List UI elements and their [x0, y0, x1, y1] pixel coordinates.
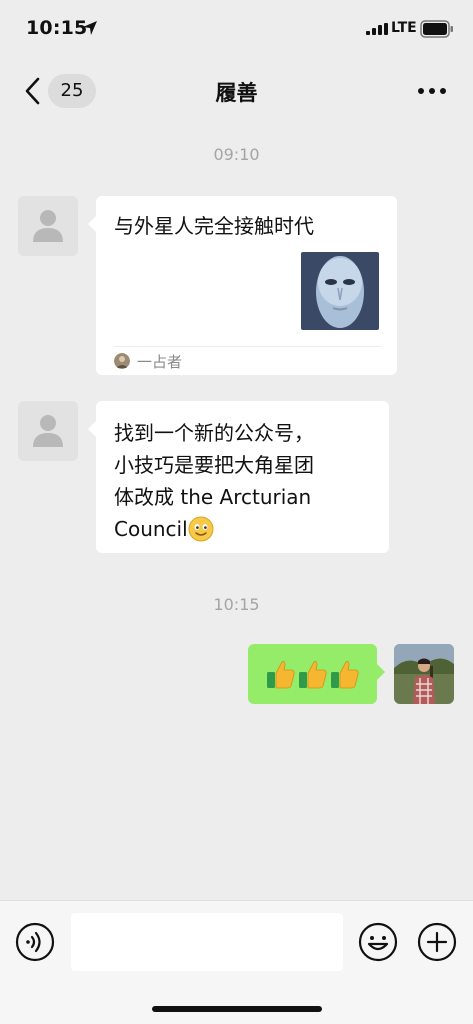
message-text: 找到一个新的公众号， 小技巧是要把大角星团 体改成 the Arcturian … [114, 417, 374, 545]
article-source: 一占者 [137, 353, 183, 371]
message-line: 找到一个新的公众号， [114, 421, 314, 445]
person-placeholder-icon [33, 210, 63, 242]
alien-face-image [301, 252, 379, 330]
signal-icon [366, 23, 388, 35]
contact-avatar[interactable] [18, 196, 78, 256]
my-avatar[interactable] [394, 644, 454, 704]
input-bar [0, 900, 473, 1024]
thumbs-up-emoji [267, 661, 295, 689]
text-message-bubble[interactable]: 找到一个新的公众号， 小技巧是要把大角星团 体改成 the Arcturian … [88, 401, 389, 553]
status-time: 10:15 [26, 17, 88, 39]
voice-icon[interactable] [15, 922, 55, 962]
message-line: 小技巧是要把大角星团 [114, 453, 314, 477]
account-avatar-icon [114, 353, 130, 369]
card-divider [114, 346, 381, 347]
person-placeholder-icon [33, 415, 63, 447]
contact-avatar[interactable] [18, 401, 78, 461]
ellipsis-icon[interactable] [412, 78, 452, 104]
home-indicator[interactable] [152, 1006, 322, 1012]
message-line: 体改成 the Arcturian [114, 485, 312, 509]
message-input[interactable] [71, 913, 343, 971]
location-arrow-icon [83, 21, 97, 35]
article-card-bubble[interactable]: 与外星人完全接触时代 一占者 [88, 196, 397, 375]
nav-bar: 25 履善 [0, 58, 473, 124]
smiley-emoji [188, 516, 214, 542]
chat-title: 履善 [215, 81, 258, 105]
plus-icon[interactable] [417, 922, 457, 962]
network-type: LTE [391, 20, 417, 36]
emoji-icon[interactable] [358, 922, 398, 962]
thumbs-up-group [266, 658, 360, 690]
thumbs-up-emoji [299, 661, 327, 689]
message-timestamp: 10:15 [213, 595, 260, 614]
battery-icon [420, 20, 453, 38]
thumbs-up-emoji [331, 661, 359, 689]
message-timestamp: 09:10 [213, 145, 260, 164]
message-line-last: Council [114, 513, 374, 545]
status-bar: 10:15 LTE [0, 0, 473, 58]
sent-message-bubble[interactable] [248, 644, 385, 704]
article-title: 与外星人完全接触时代 [114, 214, 314, 238]
message-line: Council [114, 517, 188, 541]
